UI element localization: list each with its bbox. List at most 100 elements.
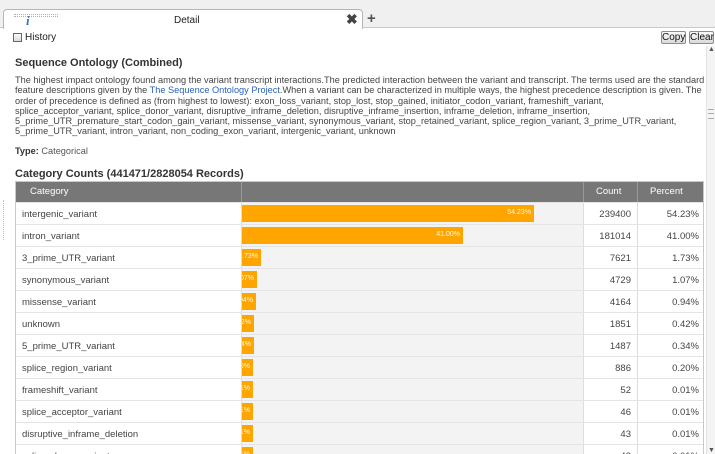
bar-cell: 54.23% xyxy=(241,203,583,224)
percent-cell: 0.20% xyxy=(637,357,704,378)
row-percent: 0.94% xyxy=(672,297,699,308)
close-icon[interactable]: ✖ xyxy=(346,12,358,26)
bar: 0.42% xyxy=(242,315,254,332)
count-cell: 4164 xyxy=(583,291,637,312)
table-row[interactable]: missense_variant 0.94% 4164 0.94% xyxy=(16,290,703,312)
table-row[interactable]: disruptive_inframe_deletion 0.01% 43 0.01% xyxy=(16,422,703,444)
bar-cell: 1.07% xyxy=(241,269,583,290)
row-percent: 1.07% xyxy=(672,275,699,286)
row-count: 1851 xyxy=(609,319,631,330)
bar-label: 0.42% xyxy=(242,319,251,326)
scroll-up-icon[interactable]: ▲ xyxy=(708,46,715,53)
row-count: 4729 xyxy=(609,275,631,286)
table-row[interactable]: splice_acceptor_variant 0.01% 46 0.01% xyxy=(16,400,703,422)
count-cell: 181014 xyxy=(583,225,637,246)
row-category: disruptive_inframe_deletion xyxy=(22,429,139,440)
percent-cell: 0.01% xyxy=(637,379,704,400)
row-category: unknown xyxy=(22,319,61,330)
row-count: 181014 xyxy=(599,231,631,242)
header-percent[interactable]: Percent xyxy=(650,186,683,197)
row-percent: 1.73% xyxy=(672,253,699,264)
row-percent: 41.00% xyxy=(666,231,699,242)
table-row[interactable]: intron_variant 41.00% 181014 41.00% xyxy=(16,224,703,246)
table-row[interactable]: frameshift_variant 0.01% 52 0.01% xyxy=(16,378,703,400)
bar-label: 0.01% xyxy=(242,385,250,392)
row-count: 4164 xyxy=(609,297,631,308)
bar-cell: 0.34% xyxy=(241,335,583,356)
row-percent: 0.34% xyxy=(672,341,699,352)
row-category: 5_prime_UTR_variant xyxy=(22,341,115,352)
header-category[interactable]: Category xyxy=(30,186,69,197)
bar-cell: 0.20% xyxy=(241,357,583,378)
table-row[interactable]: intergenic_variant 54.23% 239400 54.23% xyxy=(16,202,703,224)
bar-label: 0.34% xyxy=(242,341,251,348)
counts-title: Category Counts (441471/2828054 Records) xyxy=(15,168,244,180)
row-count: 46 xyxy=(620,407,631,418)
percent-cell: 0.42% xyxy=(637,313,704,334)
count-cell: 239400 xyxy=(583,203,637,224)
table-row[interactable]: synonymous_variant 1.07% 4729 1.07% xyxy=(16,268,703,290)
row-percent: 54.23% xyxy=(666,209,699,220)
panel-resize-grip[interactable] xyxy=(3,200,5,240)
count-cell: 1851 xyxy=(583,313,637,334)
vertical-scrollbar[interactable]: ▲ ▼ xyxy=(706,46,715,454)
percent-cell: 1.73% xyxy=(637,247,704,268)
percent-cell: 0.01% xyxy=(637,445,704,454)
bar: 54.23% xyxy=(242,205,534,222)
bar-label: 0.20% xyxy=(242,363,250,370)
bar-label: 0.94% xyxy=(242,297,253,304)
scroll-down-icon[interactable]: ▼ xyxy=(708,447,715,454)
type-line: Type: Categorical xyxy=(15,146,88,156)
history-label: History xyxy=(25,32,57,43)
sequence-ontology-link[interactable]: The Sequence Ontology Project xyxy=(150,85,280,95)
bar: 0.20% xyxy=(242,359,253,376)
row-category: missense_variant xyxy=(22,297,96,308)
table-row[interactable]: splice_region_variant 0.20% 886 0.20% xyxy=(16,356,703,378)
tab-title: Detail xyxy=(174,15,200,26)
percent-cell: 0.01% xyxy=(637,401,704,422)
scroll-thumb-grip[interactable] xyxy=(708,109,714,119)
percent-cell: 0.34% xyxy=(637,335,704,356)
bar: 0.34% xyxy=(242,337,254,354)
history-checkbox[interactable] xyxy=(13,33,22,42)
table-row[interactable]: splice_donor_variant0.01%430.01% xyxy=(16,444,703,454)
row-percent: 0.01% xyxy=(672,385,699,396)
row-percent: 0.42% xyxy=(672,319,699,330)
header-count[interactable]: Count xyxy=(596,186,621,197)
bar-cell: 0.01% xyxy=(241,379,583,400)
bar-cell: 0.01% xyxy=(241,423,583,444)
bar: 1.07% xyxy=(242,271,257,288)
row-count: 1487 xyxy=(609,341,631,352)
copy-button[interactable]: Copy xyxy=(661,31,686,44)
row-category: splice_region_variant xyxy=(22,363,112,374)
row-category: intron_variant xyxy=(22,231,80,242)
count-cell: 52 xyxy=(583,379,637,400)
row-category: 3_prime_UTR_variant xyxy=(22,253,115,264)
clear-button[interactable]: Clear xyxy=(689,31,714,44)
type-value: Categorical xyxy=(41,146,88,156)
table-row[interactable]: 3_prime_UTR_variant 1.73% 7621 1.73% xyxy=(16,246,703,268)
count-cell: 43 xyxy=(583,445,637,454)
row-category: intergenic_variant xyxy=(22,209,97,220)
bar-cell: 41.00% xyxy=(241,225,583,246)
section-description: The highest impact ontology found among … xyxy=(15,75,705,137)
row-percent: 0.01% xyxy=(672,407,699,418)
tab-detail[interactable]: i Detail ✖ xyxy=(3,9,363,29)
table-body: intergenic_variant 54.23% 239400 54.23% intr… xyxy=(16,202,703,454)
table-row[interactable]: unknown 0.42% 1851 0.42% xyxy=(16,312,703,334)
category-counts-table: Category Count Percent intergenic_varian… xyxy=(15,181,704,454)
row-count: 52 xyxy=(620,385,631,396)
add-tab-icon[interactable]: + xyxy=(367,11,376,26)
bar: 0.01% xyxy=(242,425,253,442)
tab-drag-grip[interactable] xyxy=(14,14,58,17)
section-title: Sequence Ontology (Combined) xyxy=(15,57,183,69)
row-category: splice_acceptor_variant xyxy=(22,407,122,418)
table-row[interactable]: 5_prime_UTR_variant 0.34% 1487 0.34% xyxy=(16,334,703,356)
toolbar: History Copy Clear xyxy=(0,30,715,46)
table-header: Category Count Percent xyxy=(16,182,703,202)
type-label: Type: xyxy=(15,146,39,156)
count-cell: 43 xyxy=(583,423,637,444)
row-count: 43 xyxy=(620,429,631,440)
bar-label: 0.01% xyxy=(242,407,250,414)
bar-label: 1.73% xyxy=(242,253,258,260)
